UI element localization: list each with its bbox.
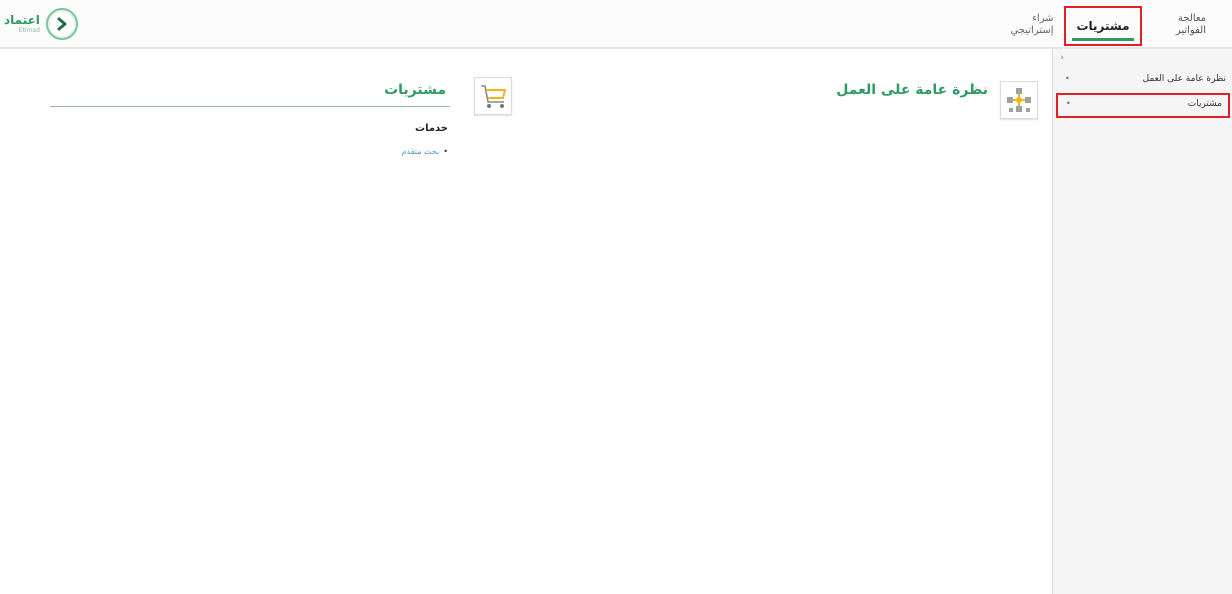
services-label: خدمات <box>415 123 448 134</box>
logo-arabic-text: اعتماد <box>4 13 40 27</box>
bullet-icon: • <box>1065 74 1070 83</box>
purchases-section-title: مشتريات <box>384 82 446 98</box>
logo-arrow-icon <box>45 8 78 40</box>
sidebar-item-label: مشتريات <box>1187 99 1222 109</box>
sidebar-item-purchases[interactable]: مشتريات • <box>1056 93 1230 118</box>
work-overview-title[interactable]: نظرة عامة على العمل <box>836 82 988 98</box>
advanced-search-label[interactable]: بحث متقدم <box>402 147 440 156</box>
main-tabs: معالجة الفواتير مشتريات شراء إستراتيجي <box>1004 6 1218 47</box>
sidebar-item-label: نظرة عامة على العمل <box>1142 74 1226 84</box>
workflow-icon[interactable] <box>1000 81 1038 119</box>
sidebar-item-work-overview[interactable]: نظرة عامة على العمل • <box>1057 70 1232 90</box>
sidebar: › نظرة عامة على العمل • مشتريات • <box>1052 49 1232 594</box>
bullet-icon: • <box>1066 99 1071 108</box>
logo-latin-text: Etimad <box>18 27 40 34</box>
bullet-icon: • <box>443 147 448 156</box>
collapse-chevron-icon[interactable]: › <box>1060 53 1064 63</box>
etimad-logo[interactable]: اعتماد Etimad <box>4 6 78 42</box>
top-header: اعتماد Etimad معالجة الفواتير مشتريات شر… <box>0 0 1232 49</box>
advanced-search-link[interactable]: بحث متقدم • <box>402 147 448 156</box>
section-divider <box>50 106 450 107</box>
shopping-cart-icon[interactable] <box>474 77 512 115</box>
tab-invoice-processing[interactable]: معالجة الفواتير <box>1152 6 1218 44</box>
tab-strategic-procurement[interactable]: شراء إستراتيجي <box>1004 6 1054 44</box>
tab-purchases[interactable]: مشتريات <box>1064 6 1142 46</box>
